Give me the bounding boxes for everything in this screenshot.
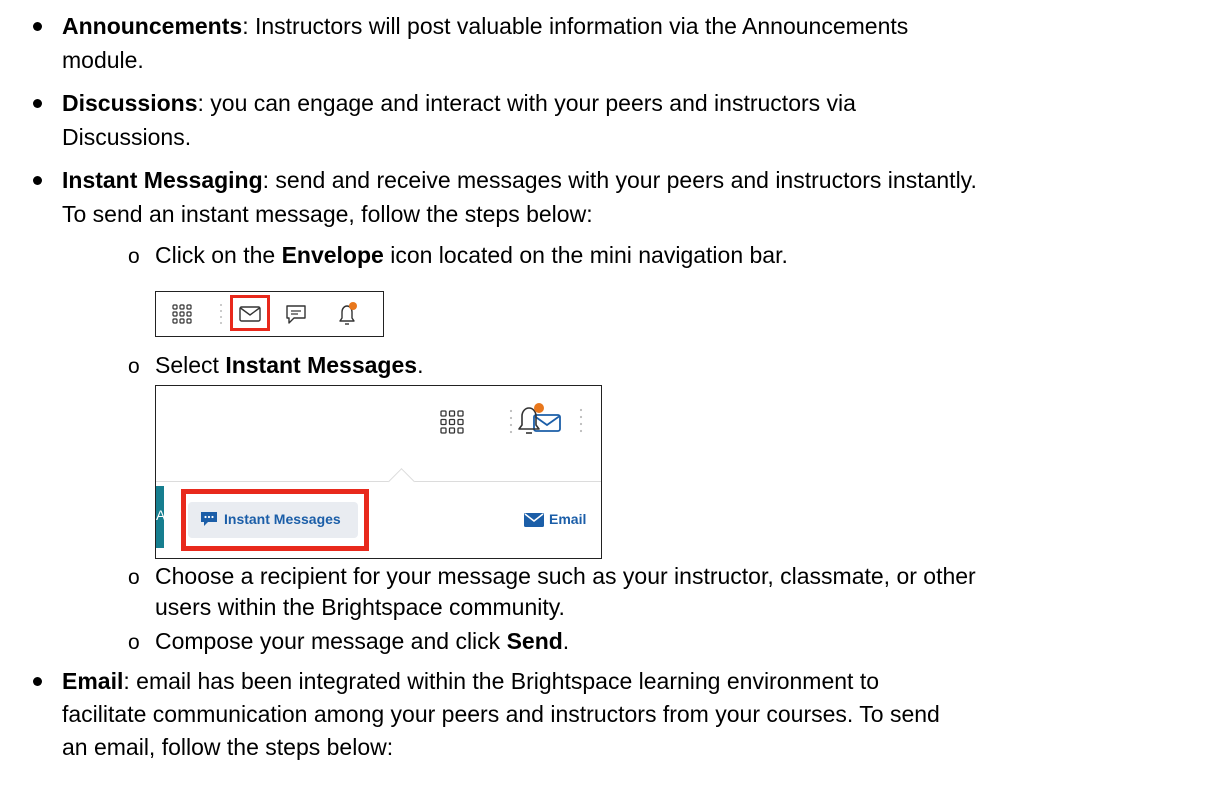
separator-dots-icon: [579, 408, 583, 433]
dropdown-caret: [388, 468, 415, 495]
document-page: Announcements: Instructors will post val…: [0, 0, 1210, 793]
menu-divider: [156, 481, 601, 482]
email-term: Email: [62, 668, 124, 694]
bullet: [33, 176, 42, 185]
step-marker: o: [128, 355, 140, 378]
discussions-line-2: Discussions.: [62, 124, 192, 150]
instant-messaging-line-1: Instant Messaging: send and receive mess…: [62, 167, 977, 193]
email-line-2: facilitate communication among your peer…: [62, 701, 940, 727]
step-marker: o: [128, 245, 140, 268]
separator-dots-icon: [220, 304, 222, 324]
bullet: [33, 99, 42, 108]
email-line-1: Email: email has been integrated within …: [62, 668, 879, 694]
bullet: [33, 22, 42, 31]
email-line-3: an email, follow the steps below:: [62, 734, 394, 760]
step-3-line-1: Choose a recipient for your message such…: [155, 563, 976, 589]
instant-messaging-term: Instant Messaging: [62, 167, 263, 193]
step-2-text: Select Instant Messages.: [155, 352, 424, 378]
step-4-text: Compose your message and click Send.: [155, 628, 570, 654]
bell-icon-shot2[interactable]: [512, 399, 548, 439]
grid-icon: [172, 304, 192, 324]
discussions-line-1: Discussions: you can engage and interact…: [62, 90, 856, 116]
step-1-text: Click on the Envelope icon located on th…: [155, 242, 788, 268]
announcements-line-2: module.: [62, 47, 144, 73]
step-marker: o: [128, 631, 140, 654]
chat-icon[interactable]: [284, 303, 308, 327]
instant-messaging-line-2: To send an instant message, follow the s…: [62, 201, 593, 227]
step-3-line-2: users within the Brightspace community.: [155, 594, 565, 620]
announcements-line-1: Announcements: Instructors will post val…: [62, 13, 909, 39]
email-envelope-icon: [524, 513, 544, 527]
envelope-highlight-box: [230, 295, 270, 331]
step-marker: o: [128, 566, 140, 589]
ghost-letter: A: [156, 507, 166, 523]
discussions-term: Discussions: [62, 90, 198, 116]
announcements-term: Announcements: [62, 13, 243, 39]
bullet: [33, 677, 42, 686]
email-link[interactable]: Email: [549, 511, 586, 527]
mini-navbar-screenshot: [155, 291, 384, 337]
bell-icon[interactable]: [334, 300, 360, 328]
grid-icon: [440, 410, 464, 434]
instant-messages-highlight-box: [181, 489, 369, 551]
